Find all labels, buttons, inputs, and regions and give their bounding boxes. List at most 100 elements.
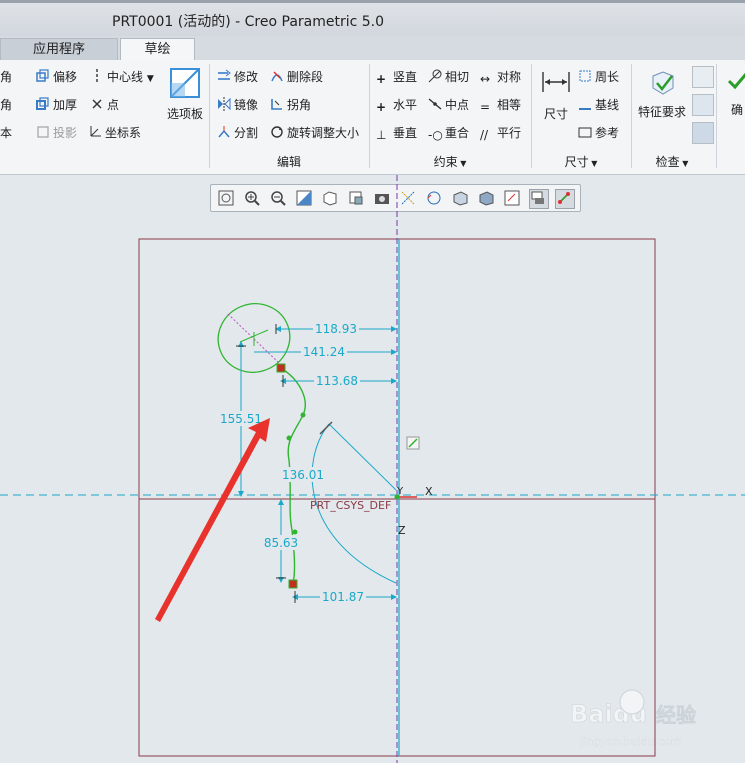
- feature-requirements-button[interactable]: 特征要求: [636, 68, 688, 120]
- constrain-group-menu[interactable]: 约束 ▼: [370, 153, 530, 170]
- shade-closed-loops-icon[interactable]: [692, 122, 714, 144]
- equal-icon: =: [480, 100, 491, 114]
- horizontal-constraint-button[interactable]: + 水平: [376, 96, 417, 114]
- sketch-canvas[interactable]: 118.93 141.24 113.68 155.51 136.01 85.63…: [0, 175, 745, 763]
- baseline-button[interactable]: 基线: [578, 96, 619, 113]
- ribbon-item-corner-1[interactable]: 角: [0, 68, 12, 85]
- mirror-button[interactable]: 镜像: [217, 96, 258, 113]
- tangent-constraint-label: 相切: [445, 70, 470, 84]
- annotation-arrow: [155, 418, 270, 622]
- ribbon-item-corner-2[interactable]: 角: [0, 96, 12, 113]
- csys-label: PRT_CSYS_DEF: [310, 499, 391, 512]
- spline-point[interactable]: [300, 412, 306, 418]
- equal-constraint-button[interactable]: = 相等: [480, 96, 521, 114]
- dimension-113-68[interactable]: 113.68: [316, 374, 358, 388]
- coordinate-system-icon: [90, 126, 101, 137]
- ok-button[interactable]: 确: [722, 70, 745, 118]
- dimension-136-01[interactable]: 136.01: [282, 468, 324, 482]
- project-icon: [37, 126, 49, 138]
- corner-button[interactable]: 拐角: [270, 96, 311, 113]
- midpoint-icon: [428, 98, 442, 110]
- midpoint-constraint-button[interactable]: 中点: [428, 96, 469, 113]
- spline-endpoint-top[interactable]: [276, 363, 286, 373]
- palette-button[interactable]: 选项板: [163, 66, 207, 122]
- tangent-constraint-button[interactable]: 相切: [428, 68, 469, 85]
- inspect-group-menu[interactable]: 检查 ▼: [632, 153, 712, 170]
- spline-point[interactable]: [292, 529, 298, 535]
- thicken-button[interactable]: 加厚: [36, 96, 77, 113]
- perimeter-button[interactable]: 周长: [578, 68, 619, 85]
- perpendicular-constraint-button[interactable]: ⊥ 垂直: [376, 124, 417, 142]
- offset-icon: [36, 69, 49, 82]
- offset-label: 偏移: [53, 70, 78, 84]
- modify-button[interactable]: 修改: [217, 68, 258, 85]
- perimeter-icon: [579, 70, 591, 82]
- ribbon-item-text[interactable]: 本: [0, 124, 12, 141]
- parallel-icon: //: [480, 128, 489, 142]
- dimension-155-51[interactable]: 155.51: [220, 412, 262, 426]
- dimension-group-menu[interactable]: 尺寸 ▼: [532, 153, 630, 170]
- divide-icon: [218, 126, 230, 138]
- dimension-85-63[interactable]: 85.63: [264, 536, 298, 550]
- coincident-constraint-label: 重合: [445, 126, 470, 140]
- dimension-arrow-tick: [319, 421, 333, 435]
- feature-requirements-label: 特征要求: [637, 105, 686, 119]
- highlight-open-ends-icon[interactable]: [692, 94, 714, 116]
- perimeter-label: 周长: [595, 70, 620, 84]
- edit-group-label: 编辑: [276, 155, 301, 169]
- corner-label: 拐角: [287, 98, 312, 112]
- vertical-constraint-button[interactable]: + 竖直: [376, 68, 417, 86]
- reference-button[interactable]: 参考: [578, 124, 619, 141]
- csys-z-label: Z: [398, 524, 406, 537]
- rotate-resize-button[interactable]: 旋转调整大小: [270, 124, 359, 141]
- spline-endpoint-bottom[interactable]: [288, 579, 298, 589]
- offset-button[interactable]: 偏移: [36, 68, 77, 85]
- reference-label: 参考: [595, 126, 620, 140]
- symmetric-icon: ↔: [480, 72, 491, 86]
- watermark-url: jingyan.baidu.com: [579, 735, 682, 748]
- delete-segment-button[interactable]: 删除段: [270, 68, 323, 85]
- window-title: PRT0001 (活动的) - Creo Parametric 5.0: [112, 14, 385, 30]
- divide-button[interactable]: 分割: [217, 124, 258, 141]
- project-label: 投影: [53, 126, 78, 140]
- thicken-label: 加厚: [53, 98, 78, 112]
- dimension-141-24[interactable]: 141.24: [303, 345, 345, 359]
- dimension-button[interactable]: 尺寸: [536, 68, 576, 122]
- symmetric-constraint-label: 对称: [497, 70, 522, 84]
- coordinate-system-button[interactable]: 坐标系: [88, 124, 141, 141]
- tab-sketch[interactable]: 草绘: [120, 38, 195, 61]
- coincident-constraint-button[interactable]: -○ 重合: [428, 124, 469, 142]
- spline-point[interactable]: [286, 435, 292, 441]
- tab-applications[interactable]: 应用程序: [0, 38, 118, 60]
- modify-icon: [218, 69, 231, 80]
- inspect-group-label: 检查: [655, 155, 680, 169]
- delete-segment-label: 删除段: [287, 70, 324, 84]
- baseline-label: 基线: [595, 98, 620, 112]
- thicken-icon: [36, 97, 49, 110]
- divide-label: 分割: [234, 126, 259, 140]
- dimension-101-87[interactable]: 101.87: [322, 590, 364, 604]
- chevron-down-icon: ▼: [146, 74, 154, 84]
- point-button[interactable]: 点: [90, 96, 119, 113]
- corner-icon: [271, 99, 282, 110]
- centerline-button[interactable]: 中心线 ▼: [90, 68, 154, 85]
- centerline-label: 中心线: [107, 70, 144, 84]
- separator: [716, 64, 717, 168]
- dimension-118-93[interactable]: 118.93: [315, 322, 357, 336]
- mirror-icon: [218, 97, 231, 111]
- parallel-constraint-label: 平行: [497, 126, 522, 140]
- parallel-constraint-button[interactable]: // 平行: [480, 124, 521, 142]
- radius-leader: [328, 423, 397, 491]
- palette-label: 选项板: [166, 107, 203, 121]
- horizontal-constraint-label: 水平: [393, 98, 418, 112]
- overlapping-geometry-icon[interactable]: [692, 66, 714, 88]
- title-bar: PRT0001 (活动的) - Creo Parametric 5.0: [0, 0, 745, 36]
- feature-requirements-icon: [652, 71, 674, 95]
- project-button[interactable]: 投影: [36, 124, 77, 141]
- chevron-down-icon: ▼: [588, 159, 598, 168]
- symmetric-constraint-button[interactable]: ↔ 对称: [480, 68, 521, 86]
- tangent-icon: [428, 69, 442, 83]
- dimension-icon: [542, 72, 570, 92]
- perpendicular-constraint-label: 垂直: [393, 126, 418, 140]
- constrain-group-label: 约束: [433, 155, 458, 169]
